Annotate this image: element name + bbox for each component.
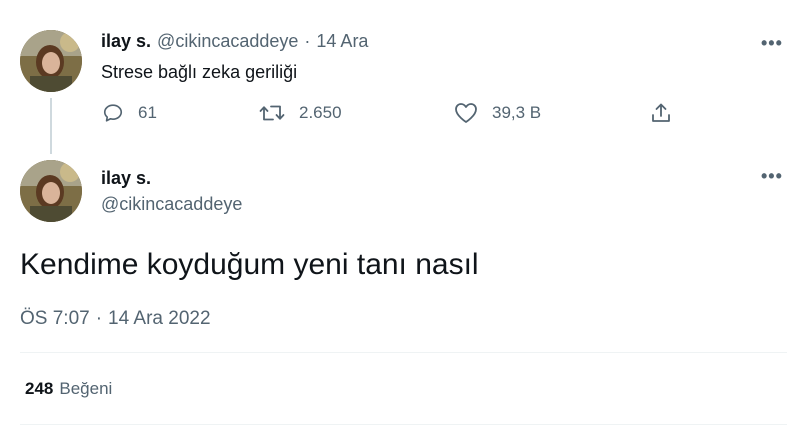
like-button[interactable]: 39,3 B xyxy=(454,102,541,124)
divider xyxy=(20,424,787,425)
more-options-icon[interactable]: ••• xyxy=(761,166,783,187)
heart-icon xyxy=(455,103,477,123)
reply-count: 61 xyxy=(138,103,157,122)
tweet-timestamp: ÖS 7:07 · 14 Ara 2022 xyxy=(20,308,211,330)
likes-count: 248 xyxy=(25,379,54,398)
retweet-count: 2.650 xyxy=(299,103,342,122)
separator-dot: · xyxy=(304,31,311,51)
divider xyxy=(20,352,787,353)
more-options-icon[interactable]: ••• xyxy=(761,33,783,54)
avatar[interactable] xyxy=(20,30,82,92)
separator-dot: · xyxy=(95,308,103,329)
tweet-full-date[interactable]: 14 Ara 2022 xyxy=(108,308,210,330)
avatar-image xyxy=(20,160,82,222)
author-handle[interactable]: @cikincacaddeye xyxy=(101,194,242,215)
like-count: 39,3 B xyxy=(492,103,542,122)
reply-tweet-header: ilay s. @cikincacaddeye · 14 Ara xyxy=(101,31,368,52)
main-tweet-text: Kendime koyduğum yeni tanı nasıl xyxy=(20,248,479,281)
avatar[interactable] xyxy=(20,160,82,222)
likes-summary[interactable]: 248 Beğeni xyxy=(25,379,112,399)
share-button[interactable] xyxy=(650,102,672,124)
share-icon xyxy=(652,103,670,122)
author-name[interactable]: ilay s. xyxy=(101,31,151,52)
avatar-image xyxy=(20,30,82,92)
reply-button[interactable]: 61 xyxy=(102,102,157,124)
reply-icon xyxy=(103,104,123,122)
author-handle[interactable]: @cikincacaddeye xyxy=(157,31,298,52)
retweet-button[interactable]: 2.650 xyxy=(259,102,342,124)
reply-tweet-text: Strese bağlı zeka geriliği xyxy=(101,62,298,82)
tweet-time[interactable]: ÖS 7:07 xyxy=(20,308,90,330)
tweet-date[interactable]: 14 Ara xyxy=(316,31,368,52)
retweet-icon xyxy=(259,105,285,121)
thread-line xyxy=(50,98,52,154)
author-name[interactable]: ilay s. xyxy=(101,168,151,189)
likes-label: Beğeni xyxy=(59,379,113,398)
